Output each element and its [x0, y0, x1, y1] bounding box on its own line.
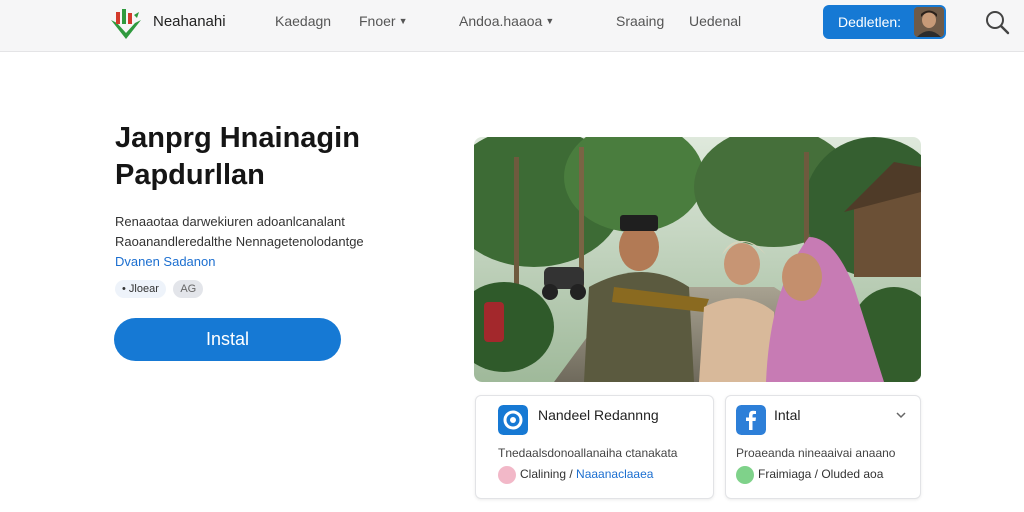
top-nav: Neahanahi Kaedagn Fnoer ▼ Andoa.haaoa ▼ Sr… [0, 0, 1024, 52]
card-text: Proaeanda nineaaivai anaano [736, 446, 896, 460]
page-title: Janprg Hnainagin Papdurllan [115, 120, 360, 194]
page-title-line-2: Papdurllan [115, 159, 265, 191]
facebook-icon [736, 405, 766, 435]
account-button-label: Dedletlen: [838, 14, 902, 30]
nav-link-2[interactable]: Fnoer ▼ [359, 13, 408, 29]
tag-chip[interactable]: AG [173, 280, 204, 298]
chevron-down-icon: ▼ [398, 16, 408, 26]
circle-badge-icon [498, 405, 528, 435]
feature-card[interactable]: Intal Proaeanda nineaaivai anaano Fraimi… [725, 395, 921, 499]
nav-link-5[interactable]: Uedenal [689, 13, 741, 29]
card-meta-link[interactable]: Naaanaclaaea [576, 467, 653, 481]
account-button[interactable]: Dedletlen: [823, 5, 946, 39]
card-meta: Fraimiaga / Oluded aoa [736, 466, 883, 484]
avatar [914, 7, 944, 37]
smiley-pink-icon [498, 466, 516, 484]
hero-description-line-1: Renaaotaa darwekiuren adoanlcanalant [115, 214, 345, 229]
card-meta-text: Clalining / [520, 467, 577, 482]
brand-logo-icon[interactable] [108, 6, 144, 40]
chevron-down-icon: ▼ [545, 16, 555, 26]
feature-card[interactable]: Nandeel Redannng Tnedaalsdonoallanaiha c… [475, 395, 714, 499]
install-button[interactable]: Instal [114, 318, 341, 361]
tag-chips: • Jloear AG [115, 279, 206, 298]
hero-photo [474, 137, 921, 382]
smiley-green-icon [736, 466, 754, 484]
hero-description-line-2: Raoanandleredalthe Nennagetenolodantge [115, 234, 364, 249]
card-title: Intal [774, 407, 801, 423]
card-title: Nandeel Redannng [538, 407, 659, 423]
hero-description: Renaaotaa darwekiuren adoanlcanalant Rao… [115, 212, 364, 272]
hero-link[interactable]: Dvanen Sadanon [115, 252, 364, 272]
nav-link-1[interactable]: Kaedagn [275, 13, 331, 29]
nav-link-4[interactable]: Sraaing [616, 13, 664, 29]
search-icon[interactable] [984, 9, 1010, 35]
tag-chip[interactable]: • Jloear [115, 280, 166, 298]
chevron-down-icon[interactable] [895, 409, 907, 421]
card-meta: Clalining / Naaanaclaaea [498, 466, 653, 484]
card-text: Tnedaalsdonoallanaiha ctanakata [498, 446, 678, 460]
card-meta-text: Fraimiaga / Oluded aoa [758, 467, 884, 482]
page-title-line-1: Janprg Hnainagin [115, 122, 360, 154]
nav-link-3[interactable]: Andoa.haaoa ▼ [459, 13, 554, 29]
brand-name[interactable]: Neahanahi [153, 13, 226, 30]
